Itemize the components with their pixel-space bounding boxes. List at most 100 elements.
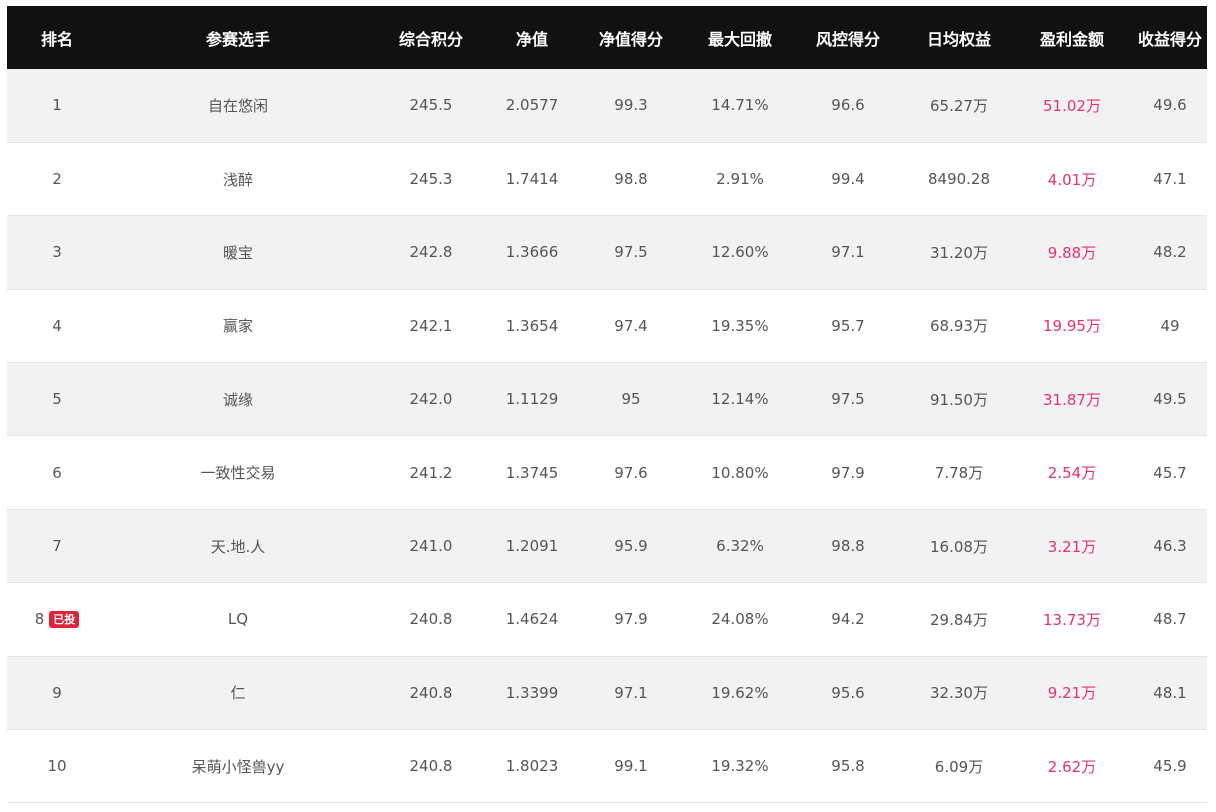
profit-amount: 51.02万 — [1043, 96, 1101, 115]
risk-score: 96.6 — [831, 96, 865, 115]
return-score: 47.1 — [1153, 170, 1187, 189]
avg-daily-equity: 32.30万 — [930, 684, 988, 703]
avg-daily-equity: 8490.28 — [927, 170, 991, 189]
max-drawdown: 14.71% — [711, 96, 769, 115]
column-header-nav-score: 净值得分 — [598, 29, 663, 49]
rank-cell: 8 已投 — [7, 583, 107, 656]
table-row[interactable]: 10 呆萌小怪兽yy 240.8 1.8023 99.1 19.32% 95.8… — [7, 729, 1207, 803]
player-name[interactable]: LQ — [107, 583, 369, 656]
column-header-risk-score: 风控得分 — [815, 29, 880, 49]
return-score: 48.2 — [1153, 243, 1187, 262]
table-row[interactable]: 8 已投 LQ 240.8 1.4624 97.9 24.08% 94.2 29.… — [7, 582, 1207, 657]
net-value: 1.3399 — [505, 683, 559, 702]
header-row: 排名 参赛选手 综合积分 净值 净值得分 最大回撤 风控得分 日均权益 盈利金额… — [7, 6, 1207, 69]
avg-daily-equity: 29.84万 — [930, 610, 988, 629]
table-row[interactable]: 3 暖宝 242.8 1.3666 97.5 12.60% 97.1 31.20… — [7, 215, 1207, 290]
avg-daily-equity: 65.27万 — [930, 96, 988, 115]
table-row[interactable]: 4 赢家 242.1 1.3654 97.4 19.35% 95.7 68.93… — [7, 289, 1207, 363]
net-value-score: 98.8 — [614, 170, 648, 189]
rank-cell: 7 — [7, 509, 107, 582]
net-value: 1.8023 — [505, 757, 559, 776]
player-name[interactable]: 一致性交易 — [107, 436, 369, 509]
table-row[interactable]: 6 一致性交易 241.2 1.3745 97.6 10.80% 97.9 7.… — [7, 435, 1207, 510]
rank-number: 3 — [52, 243, 62, 262]
composite-score: 242.1 — [409, 316, 453, 335]
risk-score: 94.2 — [831, 610, 865, 629]
rank-cell: 1 — [7, 69, 107, 142]
player-name[interactable]: 呆萌小怪兽yy — [107, 730, 369, 803]
avg-daily-equity: 6.09万 — [934, 757, 984, 776]
column-header-max-drawdown: 最大回撤 — [707, 29, 772, 49]
max-drawdown: 24.08% — [711, 610, 769, 629]
column-header-avg-equity: 日均权益 — [926, 29, 991, 49]
column-header-nav: 净值 — [515, 29, 548, 49]
max-drawdown: 19.32% — [711, 757, 769, 776]
avg-daily-equity: 68.93万 — [930, 317, 988, 336]
profit-amount: 9.88万 — [1047, 243, 1097, 262]
rank-number: 7 — [52, 537, 62, 556]
net-value-score: 97.6 — [614, 463, 648, 482]
player-name[interactable]: 赢家 — [107, 289, 369, 362]
table-row[interactable]: 2 浅醉 245.3 1.7414 98.8 2.91% 99.4 8490.2… — [7, 142, 1207, 216]
net-value-score: 95.9 — [614, 537, 648, 556]
net-value-score: 97.1 — [614, 683, 648, 702]
max-drawdown: 12.14% — [711, 390, 769, 409]
rank-cell: 10 — [7, 730, 107, 803]
profit-amount: 19.95万 — [1043, 317, 1101, 336]
max-drawdown: 12.60% — [711, 243, 769, 262]
risk-score: 98.8 — [831, 537, 865, 556]
profit-amount: 31.87万 — [1043, 390, 1101, 409]
return-score: 45.7 — [1153, 463, 1187, 482]
max-drawdown: 19.35% — [711, 316, 769, 335]
return-score: 49.5 — [1153, 390, 1187, 409]
return-score: 48.1 — [1153, 683, 1187, 702]
table-row[interactable]: 1 自在悠闲 245.5 2.0577 99.3 14.71% 96.6 65.… — [7, 69, 1207, 143]
profit-amount: 2.54万 — [1047, 464, 1097, 483]
risk-score: 97.5 — [831, 390, 865, 409]
table-row[interactable]: 9 仁 240.8 1.3399 97.1 19.62% 95.6 32.30万… — [7, 656, 1207, 730]
player-name[interactable]: 自在悠闲 — [107, 69, 369, 142]
net-value-score: 97.9 — [614, 610, 648, 629]
rank-number: 1 — [52, 96, 62, 115]
composite-score: 241.2 — [409, 463, 453, 482]
risk-score: 97.1 — [831, 243, 865, 262]
table-row[interactable]: 7 天.地.人 241.0 1.2091 95.9 6.32% 98.8 16.… — [7, 509, 1207, 583]
rank-number: 2 — [52, 170, 62, 189]
net-value-score: 99.1 — [614, 757, 648, 776]
composite-score: 245.3 — [409, 170, 453, 189]
rank-number: 5 — [52, 390, 62, 409]
column-header-profit: 盈利金额 — [1039, 29, 1104, 49]
rank-number: 4 — [52, 316, 62, 335]
risk-score: 95.7 — [831, 316, 865, 335]
player-name[interactable]: 仁 — [107, 656, 369, 729]
column-header-rank: 排名 — [40, 29, 73, 49]
player-name[interactable]: 浅醉 — [107, 142, 369, 215]
player-name[interactable]: 天.地.人 — [107, 509, 369, 582]
invested-badge: 已投 — [49, 611, 80, 629]
profit-amount: 13.73万 — [1043, 610, 1101, 629]
net-value: 1.3745 — [505, 463, 559, 482]
return-score: 49.6 — [1153, 96, 1187, 115]
composite-score: 241.0 — [409, 537, 453, 556]
net-value-score: 99.3 — [614, 96, 648, 115]
rank-cell: 4 — [7, 289, 107, 362]
net-value: 1.3654 — [505, 316, 559, 335]
return-score: 46.3 — [1153, 537, 1187, 556]
max-drawdown: 10.80% — [711, 463, 769, 482]
avg-daily-equity: 16.08万 — [930, 537, 988, 556]
composite-score: 242.8 — [409, 243, 453, 262]
table-row[interactable]: 5 诚缘 242.0 1.1129 95 12.14% 97.5 91.50万 … — [7, 362, 1207, 436]
rank-cell: 9 — [7, 656, 107, 729]
table-header: 排名 参赛选手 综合积分 净值 净值得分 最大回撤 风控得分 日均权益 盈利金额… — [7, 6, 1207, 69]
max-drawdown: 19.62% — [711, 683, 769, 702]
player-name[interactable]: 诚缘 — [107, 363, 369, 436]
rank-number: 9 — [52, 683, 62, 702]
net-value-score: 95 — [621, 390, 641, 409]
rank-number: 8 — [34, 610, 45, 629]
rank-cell: 3 — [7, 216, 107, 289]
net-value-score: 97.5 — [614, 243, 648, 262]
net-value: 1.1129 — [505, 390, 559, 409]
player-name[interactable]: 暖宝 — [107, 216, 369, 289]
rank-number: 6 — [52, 463, 62, 482]
composite-score: 240.8 — [409, 610, 453, 629]
